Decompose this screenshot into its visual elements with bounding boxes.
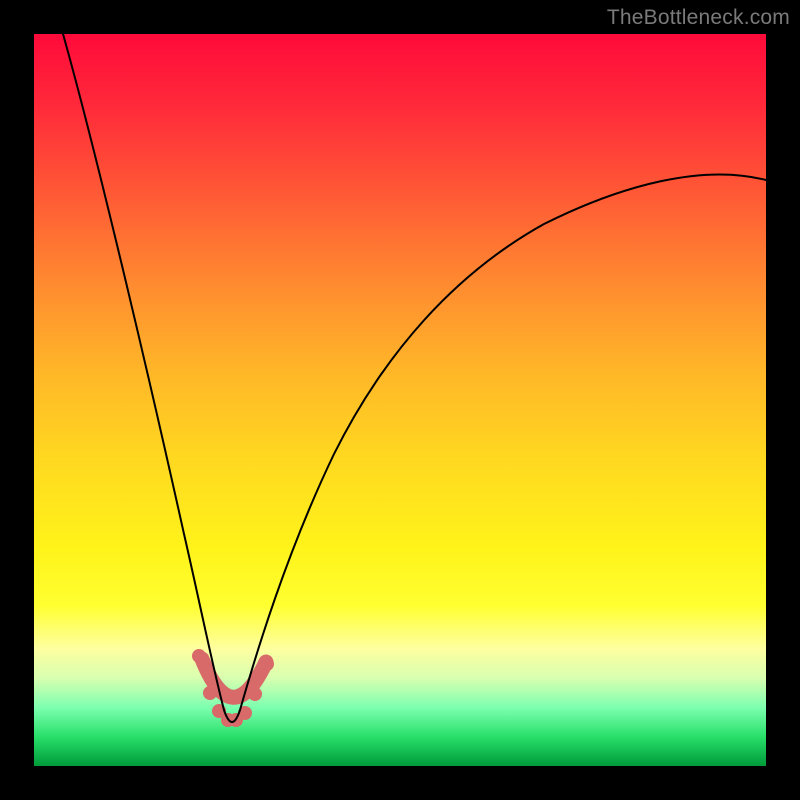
marker-dot xyxy=(248,687,262,701)
bottom-markers-group xyxy=(192,649,274,727)
watermark-text: TheBottleneck.com xyxy=(607,6,790,30)
marker-dot xyxy=(192,649,206,663)
curve-svg xyxy=(34,34,766,766)
marker-dot xyxy=(203,686,217,700)
bottleneck-curve-path xyxy=(63,34,766,722)
marker-dot xyxy=(260,657,274,671)
plot-area xyxy=(34,34,766,766)
chart-frame: TheBottleneck.com xyxy=(0,0,800,800)
